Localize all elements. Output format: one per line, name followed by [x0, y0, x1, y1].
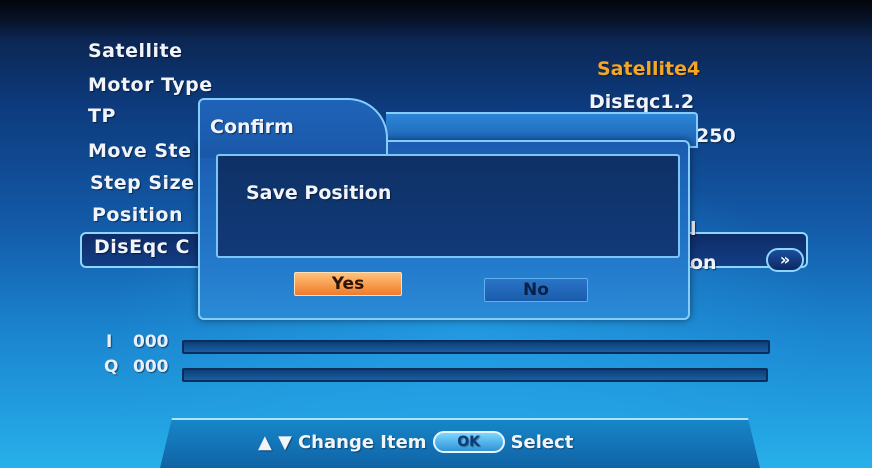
- menu-label-satellite: Satellite: [88, 40, 183, 62]
- meter-bar-i: [182, 340, 770, 354]
- meter-label-i: I: [106, 332, 113, 352]
- next-arrow-icon[interactable]: »: [766, 248, 804, 272]
- dialog-message: Save Position: [246, 182, 392, 204]
- meter-value-i: 000: [133, 332, 169, 352]
- menu-value-tp[interactable]: 250: [696, 125, 736, 147]
- menu-label-diseqc-command: DisEqc C: [94, 236, 190, 258]
- menu-label-move-step: Move Ste: [88, 140, 192, 162]
- no-button[interactable]: No: [484, 278, 588, 302]
- menu-label-position: Position: [92, 204, 183, 226]
- menu-label-tp: TP: [88, 105, 116, 127]
- up-down-arrow-icon: ▲ ▼: [258, 431, 292, 453]
- help-select: Select: [510, 431, 574, 453]
- ok-key-icon: OK: [432, 431, 505, 453]
- menu-label-step-size: Step Size: [90, 172, 195, 194]
- meter-bar-q: [182, 368, 768, 382]
- menu-value-satellite[interactable]: Satellite4: [597, 58, 700, 80]
- receiver-screen: Satellite Motor Type TP Move Ste Step Si…: [0, 0, 872, 468]
- meter-value-q: 000: [133, 357, 169, 377]
- meter-label-q: Q: [104, 357, 119, 377]
- dialog-message-box: Save Position: [216, 154, 680, 258]
- help-text: ▲ ▼ Change Item OK Select: [258, 428, 573, 456]
- dialog-title: Confirm: [210, 116, 294, 138]
- confirm-dialog: Confirm Save Position Yes No: [198, 98, 698, 320]
- help-change-item: Change Item: [297, 431, 427, 453]
- top-shadow: [0, 0, 872, 40]
- menu-label-motor-type: Motor Type: [88, 74, 213, 96]
- yes-button[interactable]: Yes: [294, 272, 402, 296]
